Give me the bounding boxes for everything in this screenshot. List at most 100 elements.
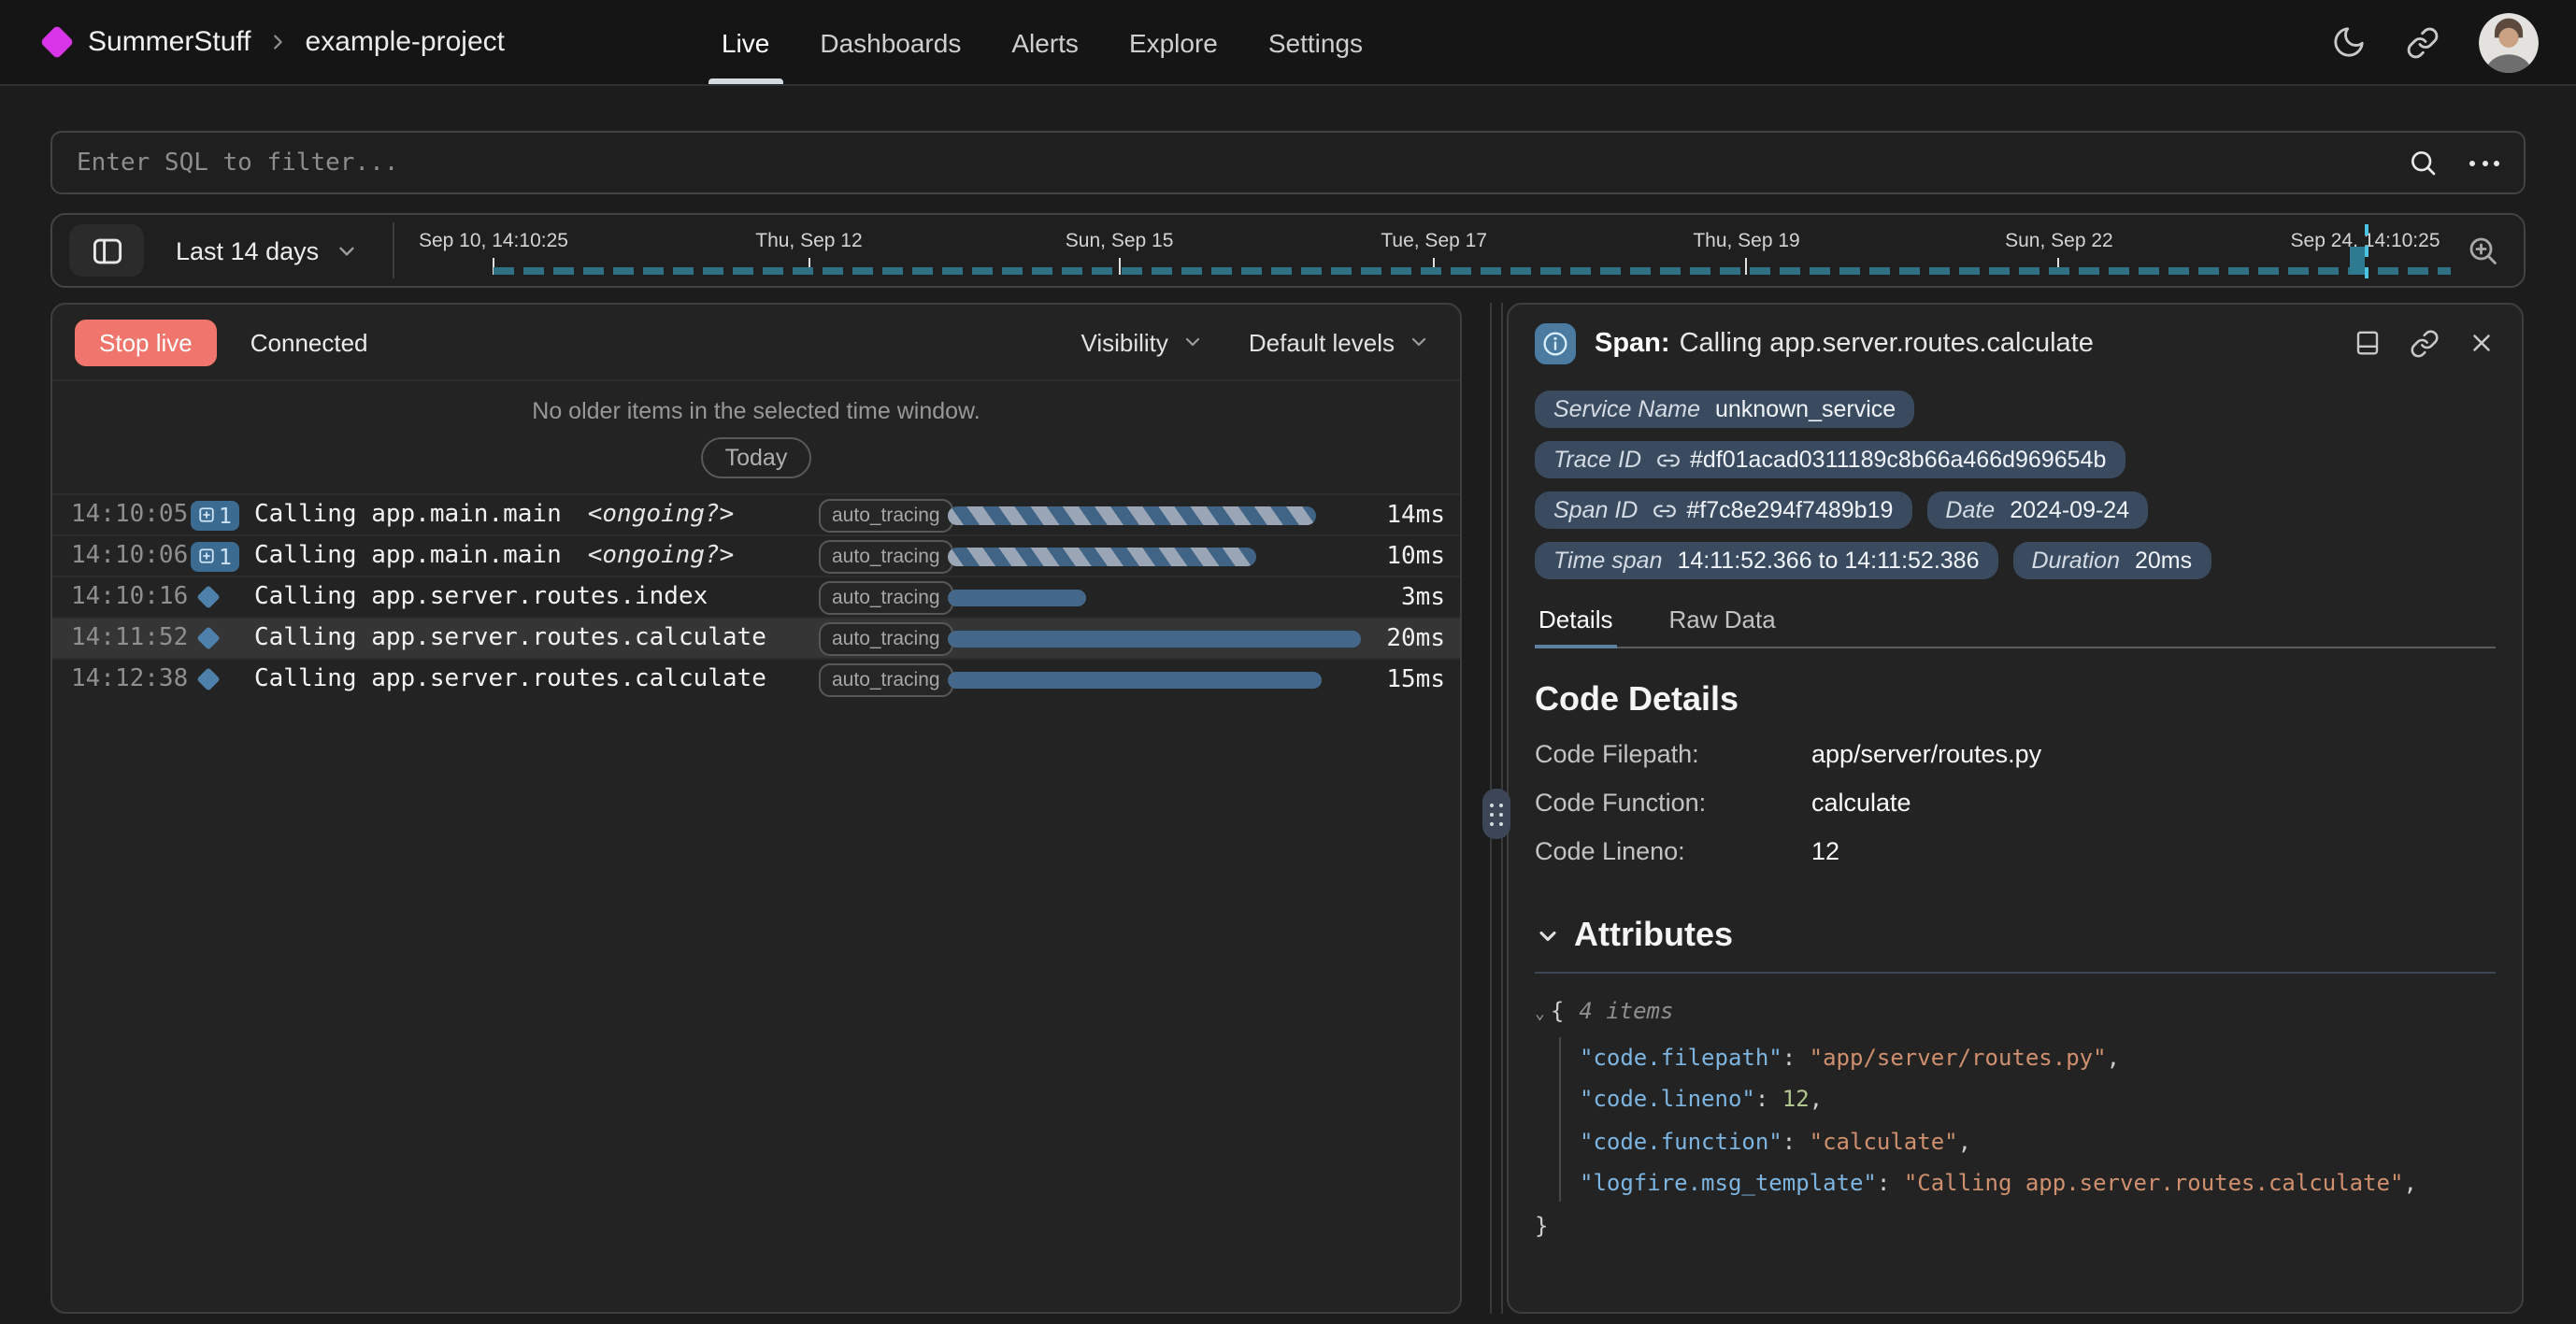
stop-live-button[interactable]: Stop live	[75, 319, 217, 365]
row-tag[interactable]: auto_tracing	[819, 662, 953, 696]
duration-bar	[948, 505, 1316, 524]
span-id-badge[interactable]: Span ID #f7c8e294f7489b19	[1535, 491, 1911, 529]
row-message: Calling app.server.routes.index	[254, 583, 708, 611]
tab-dashboards[interactable]: Dashboards	[820, 0, 961, 84]
timeline-track[interactable]: Sep 10, 14:10:25 Thu, Sep 12 Sun, Sep 15…	[366, 215, 2464, 286]
attributes-heading[interactable]: Attributes	[1535, 916, 2496, 955]
expand-children-badge[interactable]: 1	[191, 541, 239, 571]
plus-square-icon	[198, 506, 215, 523]
search-icon[interactable]	[2408, 148, 2438, 178]
tab-explore[interactable]: Explore	[1129, 0, 1218, 84]
default-levels-dropdown[interactable]: Default levels	[1249, 328, 1430, 356]
indent-guide	[1559, 1037, 1561, 1202]
link-icon	[1653, 498, 1677, 522]
link-icon[interactable]	[2406, 25, 2440, 59]
info-circle-icon	[1535, 323, 1576, 364]
link-icon	[1656, 448, 1681, 472]
trace-id-badge[interactable]: Trace ID #df01acad0311189c8b66a466d96965…	[1535, 441, 2125, 478]
service-name-badge: Service Name unknown_service	[1535, 391, 1914, 428]
log-row[interactable]: 14:12:38 Calling app.server.routes.calcu…	[52, 658, 1460, 699]
plus-square-icon	[198, 548, 215, 564]
row-duration: 15ms	[1386, 665, 1445, 693]
span-title-text: Calling app.server.routes.calculate	[1680, 329, 2094, 359]
ellipsis-icon[interactable]	[2469, 160, 2499, 165]
json-entry: "logfire.msg_template": "Calling app.ser…	[1535, 1162, 2496, 1204]
brand-name[interactable]: SummerStuff	[88, 26, 251, 58]
json-open-line[interactable]: ⌄{4 items	[1535, 990, 2496, 1036]
span-diamond-icon	[196, 626, 220, 649]
span-header: Span:Calling app.server.routes.calculate	[1535, 305, 2496, 383]
timeline-tick-label: Sun, Sep 22	[2005, 230, 2113, 252]
log-row[interactable]: 14:10:06 1 Calling app.main.main <ongoin…	[52, 534, 1460, 576]
top-nav: SummerStuff example-project Live Dashboa…	[0, 0, 2576, 86]
row-timestamp: 14:11:52	[71, 624, 191, 652]
live-panel: Stop live Connected Visibility Default l…	[50, 303, 1462, 1314]
breadcrumb-project[interactable]: example-project	[306, 26, 505, 58]
tab-raw-data[interactable]: Raw Data	[1666, 605, 1780, 647]
date-badge: Date 2024-09-24	[1926, 491, 2148, 529]
time-range-dropdown[interactable]: Last 14 days	[176, 236, 358, 264]
log-row[interactable]: 14:10:16 Calling app.server.routes.index…	[52, 576, 1460, 617]
expand-children-badge[interactable]: 1	[191, 500, 239, 530]
tab-settings[interactable]: Settings	[1268, 0, 1363, 84]
attributes-json: ⌄{4 items "code.filepath": "app/server/r…	[1535, 990, 2496, 1246]
row-timestamp: 14:10:05	[71, 501, 191, 529]
tab-alerts[interactable]: Alerts	[1011, 0, 1079, 84]
duration-bar	[948, 671, 1322, 688]
timeline-start-label: Sep 10, 14:10:25	[419, 230, 568, 252]
chevron-down-icon	[334, 238, 358, 263]
tab-live[interactable]: Live	[722, 0, 769, 84]
breadcrumb-chevron-icon	[268, 32, 289, 52]
live-panel-header: Stop live Connected Visibility Default l…	[52, 305, 1460, 381]
row-duration: 14ms	[1386, 501, 1445, 529]
code-details-heading: Code Details	[1535, 680, 2496, 719]
row-tag[interactable]: auto_tracing	[819, 621, 953, 655]
grip-dots-icon[interactable]	[1482, 789, 1510, 839]
timeline-cursor[interactable]	[2366, 224, 2369, 278]
row-duration: 10ms	[1386, 542, 1445, 570]
divider	[1535, 972, 2496, 974]
row-tag[interactable]: auto_tracing	[819, 580, 953, 614]
json-entry: "code.function": "calculate",	[1535, 1120, 2496, 1162]
sql-filter-input[interactable]	[77, 149, 2408, 177]
chevron-down-icon	[1408, 331, 1430, 353]
row-timestamp: 14:12:38	[71, 665, 191, 693]
connection-status: Connected	[250, 328, 368, 356]
code-detail-row: Code Lineno: 12	[1535, 837, 2496, 865]
row-message: Calling app.main.main	[254, 542, 562, 570]
timeline-activity-spike	[2351, 247, 2366, 275]
row-timestamp: 14:10:16	[71, 583, 191, 611]
nav-tabs: Live Dashboards Alerts Explore Settings	[722, 0, 1363, 84]
empty-state: No older items in the selected time wind…	[52, 381, 1460, 478]
log-row-selected[interactable]: 14:11:52 Calling app.server.routes.calcu…	[52, 617, 1460, 658]
default-levels-label: Default levels	[1249, 328, 1395, 356]
row-tag[interactable]: auto_tracing	[819, 498, 953, 532]
row-duration: 3ms	[1401, 583, 1445, 611]
duration-badge: Duration 20ms	[2013, 542, 2211, 579]
json-entry: "code.lineno": 12,	[1535, 1078, 2496, 1120]
main-content: Stop live Connected Visibility Default l…	[50, 303, 2526, 1314]
sql-filter-bar	[50, 131, 2526, 194]
log-row[interactable]: 14:10:05 1 Calling app.main.main <ongoin…	[52, 493, 1460, 534]
moon-icon[interactable]	[2331, 24, 2367, 60]
row-tag[interactable]: auto_tracing	[819, 539, 953, 573]
chevron-down-icon	[1535, 922, 1561, 948]
span-diamond-icon	[196, 585, 220, 608]
today-button[interactable]: Today	[701, 437, 812, 478]
link-icon[interactable]	[2410, 329, 2440, 359]
panel-left-icon[interactable]	[69, 224, 144, 277]
span-title: Span:Calling app.server.routes.calculate	[1595, 329, 2094, 359]
visibility-dropdown[interactable]: Visibility	[1080, 328, 1203, 356]
magnifier-plus-icon[interactable]	[2466, 234, 2499, 267]
panel-resizer[interactable]	[1462, 303, 1507, 1314]
visibility-label: Visibility	[1080, 328, 1167, 356]
timeline-activity-line	[494, 267, 2452, 275]
row-timestamp: 14:10:06	[71, 542, 191, 570]
timeline-bar: Last 14 days Sep 10, 14:10:25 Thu, Sep 1…	[50, 213, 2526, 288]
timeline-tick-label: Sun, Sep 15	[1066, 230, 1174, 252]
panel-bottom-icon[interactable]	[2354, 329, 2382, 359]
close-icon[interactable]	[2468, 329, 2496, 359]
avatar[interactable]	[2479, 12, 2539, 72]
row-message: Calling app.server.routes.calculate	[254, 624, 766, 652]
tab-details[interactable]: Details	[1535, 605, 1617, 647]
